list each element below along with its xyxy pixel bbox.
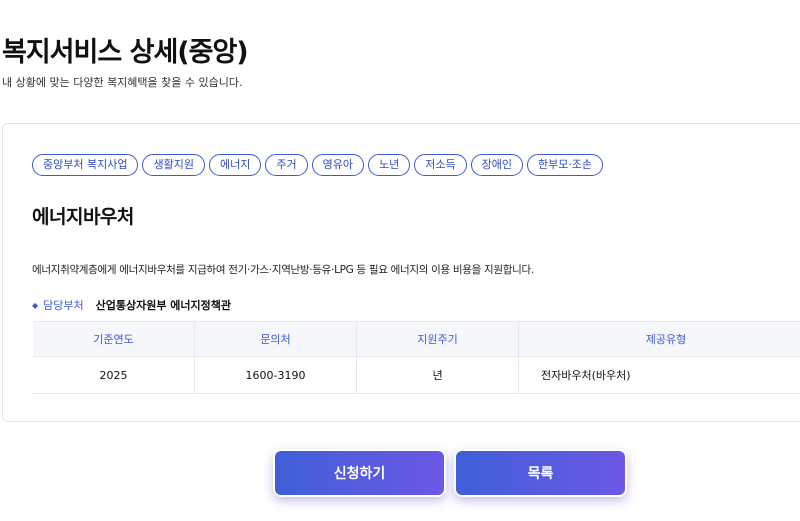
table-header-row: 기준연도 문의처 지원주기 제공유형 <box>33 322 800 357</box>
tag-disabled[interactable]: 장애인 <box>470 154 523 176</box>
page-title: 복지서비스 상세(중앙) <box>2 37 249 68</box>
tag-infant[interactable]: 영유아 <box>311 154 364 176</box>
department-value: 산업통상자원부 에너지정책관 <box>95 299 232 312</box>
list-button[interactable]: 목록 <box>454 449 627 497</box>
service-description: 에너지취약계층에게 에너지바우처를 지급하여 전기·가스·지역난방·등유·LPG… <box>32 264 534 276</box>
page-subtitle: 내 상황에 맞는 다양한 복지혜택을 찾을 수 있습니다. <box>2 76 243 89</box>
service-title: 에너지바우처 <box>32 206 134 228</box>
service-detail-card: 중앙부처 복지사업 생활지원 에너지 주거 영유아 노년 저소득 장애인 한부모… <box>2 123 800 422</box>
tag-living-support[interactable]: 생활지원 <box>142 154 205 176</box>
tag-low-income[interactable]: 저소득 <box>414 154 467 176</box>
cell-base-year: 2025 <box>33 357 195 393</box>
department-info: ◆ 담당부처 산업통상자원부 에너지정책관 <box>32 297 231 313</box>
apply-button[interactable]: 신청하기 <box>273 449 446 497</box>
tag-single-parent[interactable]: 한부모·조손 <box>526 154 604 176</box>
table-row: 2025 1600-3190 년 전자바우처(바우처) <box>33 357 800 394</box>
header-base-year: 기준연도 <box>33 322 195 356</box>
category-tags: 중앙부처 복지사업 생활지원 에너지 주거 영유아 노년 저소득 장애인 한부모… <box>32 154 604 176</box>
header-support-cycle: 지원주기 <box>357 322 519 356</box>
tag-elderly[interactable]: 노년 <box>367 154 411 176</box>
tag-central-ministry[interactable]: 중앙부처 복지사업 <box>32 154 139 176</box>
service-info-table: 기준연도 문의처 지원주기 제공유형 2025 1600-3190 년 전자바우… <box>33 321 800 394</box>
cell-support-cycle: 년 <box>357 357 519 393</box>
header-provision-type: 제공유형 <box>645 333 687 346</box>
diamond-bullet-icon: ◆ <box>32 300 39 310</box>
tag-housing[interactable]: 주거 <box>265 154 308 176</box>
tag-energy[interactable]: 에너지 <box>208 154 262 176</box>
header-contact: 문의처 <box>195 322 357 356</box>
department-label: 담당부처 <box>43 299 84 312</box>
cell-provision-type: 전자바우처(바우처) <box>541 369 631 382</box>
cell-contact: 1600-3190 <box>195 357 357 393</box>
